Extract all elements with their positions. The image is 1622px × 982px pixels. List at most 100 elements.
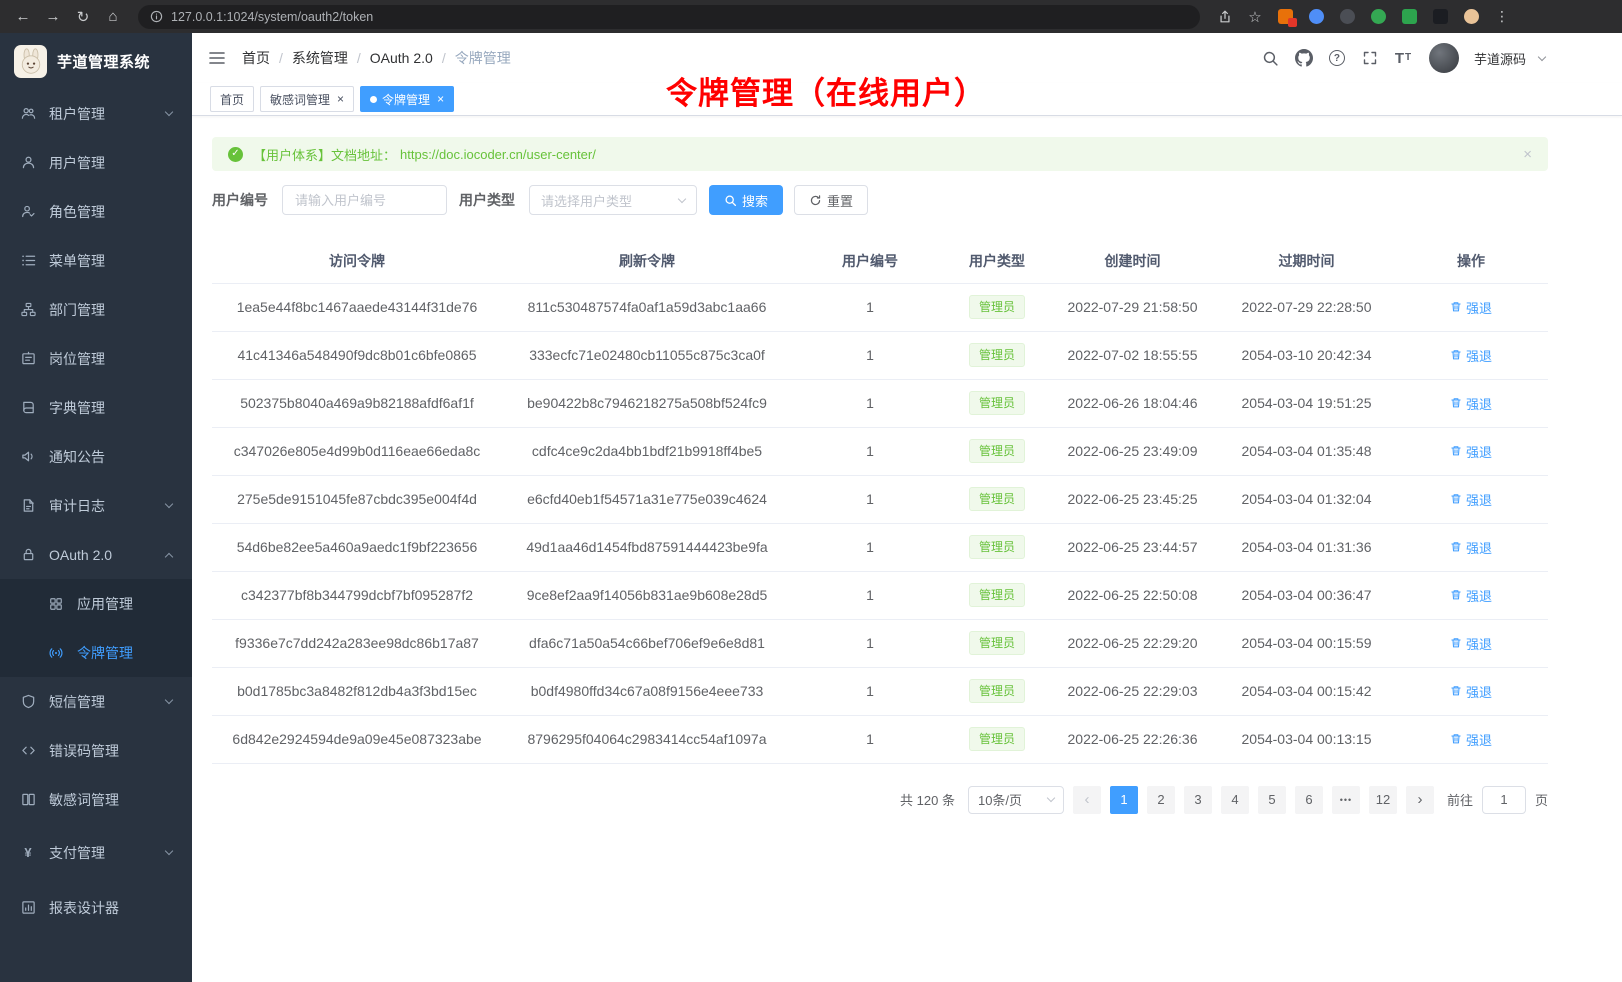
cell-expire-time: 2054-03-04 00:13:15	[1219, 715, 1394, 763]
page-button-12[interactable]: 12	[1369, 786, 1397, 814]
browser-profile-avatar[interactable]	[1464, 9, 1479, 24]
sidebar-item-role[interactable]: 角色管理	[0, 187, 192, 236]
sidebar-toggle-icon[interactable]	[208, 49, 226, 67]
extension-icon-black[interactable]	[1433, 9, 1448, 24]
force-logout-button[interactable]: 强退	[1450, 394, 1492, 413]
close-icon[interactable]: ×	[337, 93, 344, 105]
table-row: 502375b8040a469a9b82188afdf6af1f be90422…	[212, 379, 1548, 427]
force-logout-button[interactable]: 强退	[1450, 586, 1492, 605]
alert-close-icon[interactable]: ×	[1523, 146, 1532, 163]
sidebar-item-audit-log[interactable]: 审计日志	[0, 481, 192, 530]
sidebar-item-sensitive-word[interactable]: 敏感词管理	[0, 775, 192, 824]
font-size-icon[interactable]: TT	[1390, 45, 1416, 71]
extension-icon-blue[interactable]	[1309, 9, 1324, 24]
page-button-3[interactable]: 3	[1184, 786, 1212, 814]
sidebar-item-notice[interactable]: 通知公告	[0, 432, 192, 481]
tab-home[interactable]: 首页	[210, 86, 254, 112]
cell-actions: 强退	[1394, 571, 1548, 619]
page-button-1[interactable]: 1	[1110, 786, 1138, 814]
cell-create-time: 2022-06-25 22:29:03	[1046, 667, 1219, 715]
sidebar-item-oauth2[interactable]: OAuth 2.0	[0, 530, 192, 579]
col-expire-time: 过期时间	[1219, 239, 1394, 283]
user-avatar[interactable]	[1429, 43, 1459, 73]
browser-reload-icon[interactable]: ↻	[70, 5, 96, 29]
tab-token[interactable]: 令牌管理 ×	[360, 86, 454, 112]
breadcrumb-home[interactable]: 首页	[242, 48, 270, 68]
force-logout-button[interactable]: 强退	[1450, 298, 1492, 317]
browser-home-icon[interactable]: ⌂	[100, 5, 126, 29]
force-logout-button[interactable]: 强退	[1450, 538, 1492, 557]
browser-menu-icon[interactable]: ⋮	[1489, 8, 1515, 25]
user-menu-caret-icon[interactable]	[1538, 53, 1546, 61]
force-logout-button[interactable]: 强退	[1450, 442, 1492, 461]
sidebar-item-report-designer[interactable]: 报表设计器	[0, 883, 192, 932]
doc-link[interactable]: https://doc.iocoder.cn/user-center/	[400, 147, 596, 162]
force-logout-button[interactable]: 强退	[1450, 682, 1492, 701]
cell-user-id: 1	[792, 619, 948, 667]
force-logout-button[interactable]: 强退	[1450, 490, 1492, 509]
user-type-select[interactable]: 请选择用户类型	[529, 185, 697, 215]
browser-address-bar[interactable]: 127.0.0.1:1024/system/oauth2/token	[138, 5, 1200, 29]
force-logout-button[interactable]: 强退	[1450, 730, 1492, 749]
username[interactable]: 芋道源码	[1474, 49, 1526, 68]
page-button-6[interactable]: 6	[1295, 786, 1323, 814]
page-button-5[interactable]: 5	[1258, 786, 1286, 814]
page-button-4[interactable]: 4	[1221, 786, 1249, 814]
bookmark-star-icon[interactable]: ☆	[1242, 5, 1268, 29]
reset-button[interactable]: 重置	[794, 185, 868, 215]
browser-forward-icon[interactable]: →	[40, 5, 66, 29]
sidebar-item-user[interactable]: 用户管理	[0, 138, 192, 187]
prev-page-button[interactable]: ‹	[1073, 786, 1101, 814]
extension-puzzle-icon[interactable]	[1402, 9, 1417, 24]
table-row: f9336e7c7dd242a283ee98dc86b17a87 dfa6c71…	[212, 619, 1548, 667]
browser-back-icon[interactable]: ←	[10, 5, 36, 29]
share-icon[interactable]	[1212, 5, 1238, 29]
breadcrumb-oauth2[interactable]: OAuth 2.0	[370, 50, 433, 66]
sidebar-item-oauth2-app[interactable]: 应用管理	[0, 579, 192, 628]
cell-actions: 强退	[1394, 715, 1548, 763]
help-icon[interactable]: ?	[1324, 45, 1350, 71]
sidebar-item-error-code[interactable]: 错误码管理	[0, 726, 192, 775]
sidebar-item-oauth2-token[interactable]: 令牌管理	[0, 628, 192, 677]
tab-sensitive-word[interactable]: 敏感词管理 ×	[260, 86, 354, 112]
extension-icon-dark[interactable]	[1340, 9, 1355, 24]
force-logout-button[interactable]: 强退	[1450, 634, 1492, 653]
sidebar-item-label: 部门管理	[49, 300, 105, 320]
cell-user-id: 1	[792, 283, 948, 331]
search-button[interactable]: 搜索	[709, 185, 783, 215]
extension-icon-green[interactable]	[1371, 9, 1386, 24]
fullscreen-icon[interactable]	[1357, 45, 1383, 71]
breadcrumb-system[interactable]: 系统管理	[292, 48, 348, 68]
more-pages-button[interactable]: •••	[1332, 786, 1360, 814]
goto-page-input[interactable]	[1482, 786, 1526, 814]
github-icon[interactable]	[1291, 45, 1317, 71]
sidebar-item-dict[interactable]: 字典管理	[0, 383, 192, 432]
page-size-select[interactable]: 10条/页	[968, 786, 1064, 814]
sidebar-item-tenant[interactable]: 租户管理	[0, 89, 192, 138]
sidebar-item-sms[interactable]: 短信管理	[0, 677, 192, 726]
force-logout-label: 强退	[1466, 346, 1492, 365]
close-icon[interactable]: ×	[437, 93, 444, 105]
user-id-input[interactable]	[282, 185, 447, 215]
cell-create-time: 2022-06-25 22:26:36	[1046, 715, 1219, 763]
sidebar-item-pay[interactable]: ¥ 支付管理	[0, 828, 192, 877]
page-button-2[interactable]: 2	[1147, 786, 1175, 814]
site-info-icon[interactable]	[150, 10, 163, 23]
extension-icon-grid[interactable]	[1278, 9, 1293, 24]
chevron-down-icon	[165, 847, 173, 855]
app-logo[interactable]: 芋道管理系统	[0, 33, 192, 89]
sidebar-item-label: 用户管理	[49, 153, 105, 173]
breadcrumb-separator: /	[279, 50, 283, 66]
sidebar-item-dept[interactable]: 部门管理	[0, 285, 192, 334]
search-icon[interactable]	[1258, 45, 1284, 71]
sidebar-item-post[interactable]: 岗位管理	[0, 334, 192, 383]
force-logout-button[interactable]: 强退	[1450, 346, 1492, 365]
extension-badge	[1288, 18, 1297, 27]
sidebar-item-menu[interactable]: 菜单管理	[0, 236, 192, 285]
cell-access-token: f9336e7c7dd242a283ee98dc86b17a87	[212, 619, 502, 667]
cell-user-type: 管理员	[948, 571, 1046, 619]
trash-icon	[1450, 493, 1462, 505]
notice-megaphone-icon	[20, 449, 36, 465]
next-page-button[interactable]: ›	[1406, 786, 1434, 814]
cell-access-token: b0d1785bc3a8482f812db4a3f3bd15ec	[212, 667, 502, 715]
